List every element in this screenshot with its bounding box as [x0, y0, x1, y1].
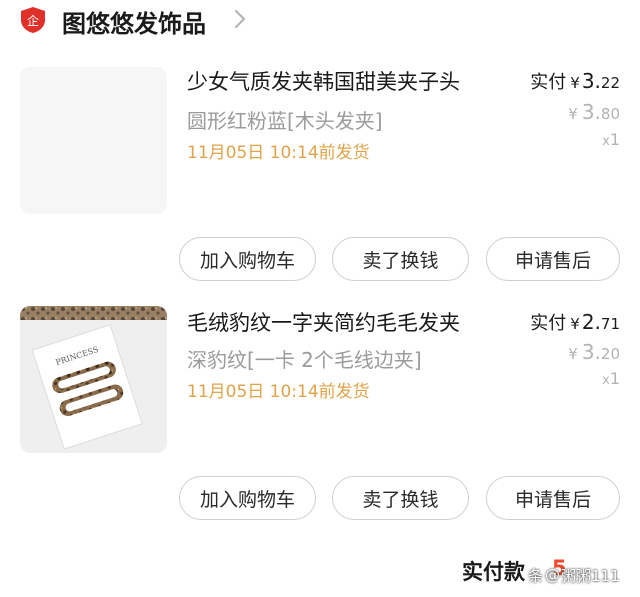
price-decimal: 71: [600, 315, 620, 333]
paid-label: 实付: [530, 72, 567, 93]
after-sales-button[interactable]: 申请售后: [486, 237, 620, 281]
svg-text:企: 企: [27, 13, 39, 28]
watermark-author: 粥粥111: [561, 566, 620, 585]
currency-symbol: ¥: [570, 74, 580, 92]
quantity-prefix: x: [602, 134, 610, 149]
watermark-sep: @: [545, 566, 561, 584]
product-variant: 深豹纹[一卡 2个毛线边夹]: [187, 348, 422, 372]
total-paid-label: 实付款: [462, 560, 525, 584]
chevron-right-icon[interactable]: [232, 6, 248, 32]
price-integer: 3.: [581, 100, 601, 124]
after-sales-button[interactable]: 申请售后: [486, 476, 620, 520]
product-thumbnail[interactable]: PRINCESS: [20, 306, 167, 453]
currency-symbol: ¥: [568, 345, 578, 363]
price-integer: 2.: [581, 310, 601, 334]
quantity: x1: [602, 130, 620, 149]
paid-label: 实付: [530, 313, 567, 334]
resell-button[interactable]: 卖了换钱: [332, 237, 469, 281]
add-to-cart-button[interactable]: 加入购物车: [179, 237, 316, 281]
add-to-cart-button[interactable]: 加入购物车: [179, 476, 316, 520]
price-integer: 3.: [581, 340, 601, 364]
product-thumbnail[interactable]: [20, 67, 167, 214]
price-decimal: 80: [600, 105, 620, 123]
shipping-time: 11月05日 10:14前发货: [187, 382, 370, 402]
product-title[interactable]: 毛绒豹纹一字夹简约毛毛发夹: [187, 307, 460, 337]
quantity-prefix: x: [602, 373, 610, 388]
quantity-value: 1: [609, 130, 620, 149]
resell-button[interactable]: 卖了换钱: [332, 476, 469, 520]
watermark-source: 条: [528, 566, 544, 585]
price-decimal: 22: [600, 74, 620, 92]
paid-price: 实付 ¥2.71: [530, 309, 620, 335]
store-name-link[interactable]: 图悠悠发饰品: [62, 4, 206, 39]
original-price: ¥3.20: [568, 340, 620, 364]
quantity: x1: [602, 369, 620, 388]
product-variant: 圆形红粉蓝[木头发夹]: [187, 109, 383, 133]
currency-symbol: ¥: [570, 315, 580, 333]
price-integer: 3.: [581, 69, 601, 93]
shipping-time: 11月05日 10:14前发货: [187, 143, 370, 163]
original-price: ¥3.80: [568, 100, 620, 124]
price-decimal: 20: [600, 345, 620, 363]
product-title[interactable]: 少女气质发夹韩国甜美夹子头: [187, 66, 460, 96]
currency-symbol: ¥: [568, 105, 578, 123]
quantity-value: 1: [609, 369, 620, 388]
paid-price: 实付 ¥3.22: [530, 68, 620, 94]
store-badge-icon: 企: [20, 6, 46, 34]
watermark: 条 @ 粥粥111: [528, 563, 620, 587]
